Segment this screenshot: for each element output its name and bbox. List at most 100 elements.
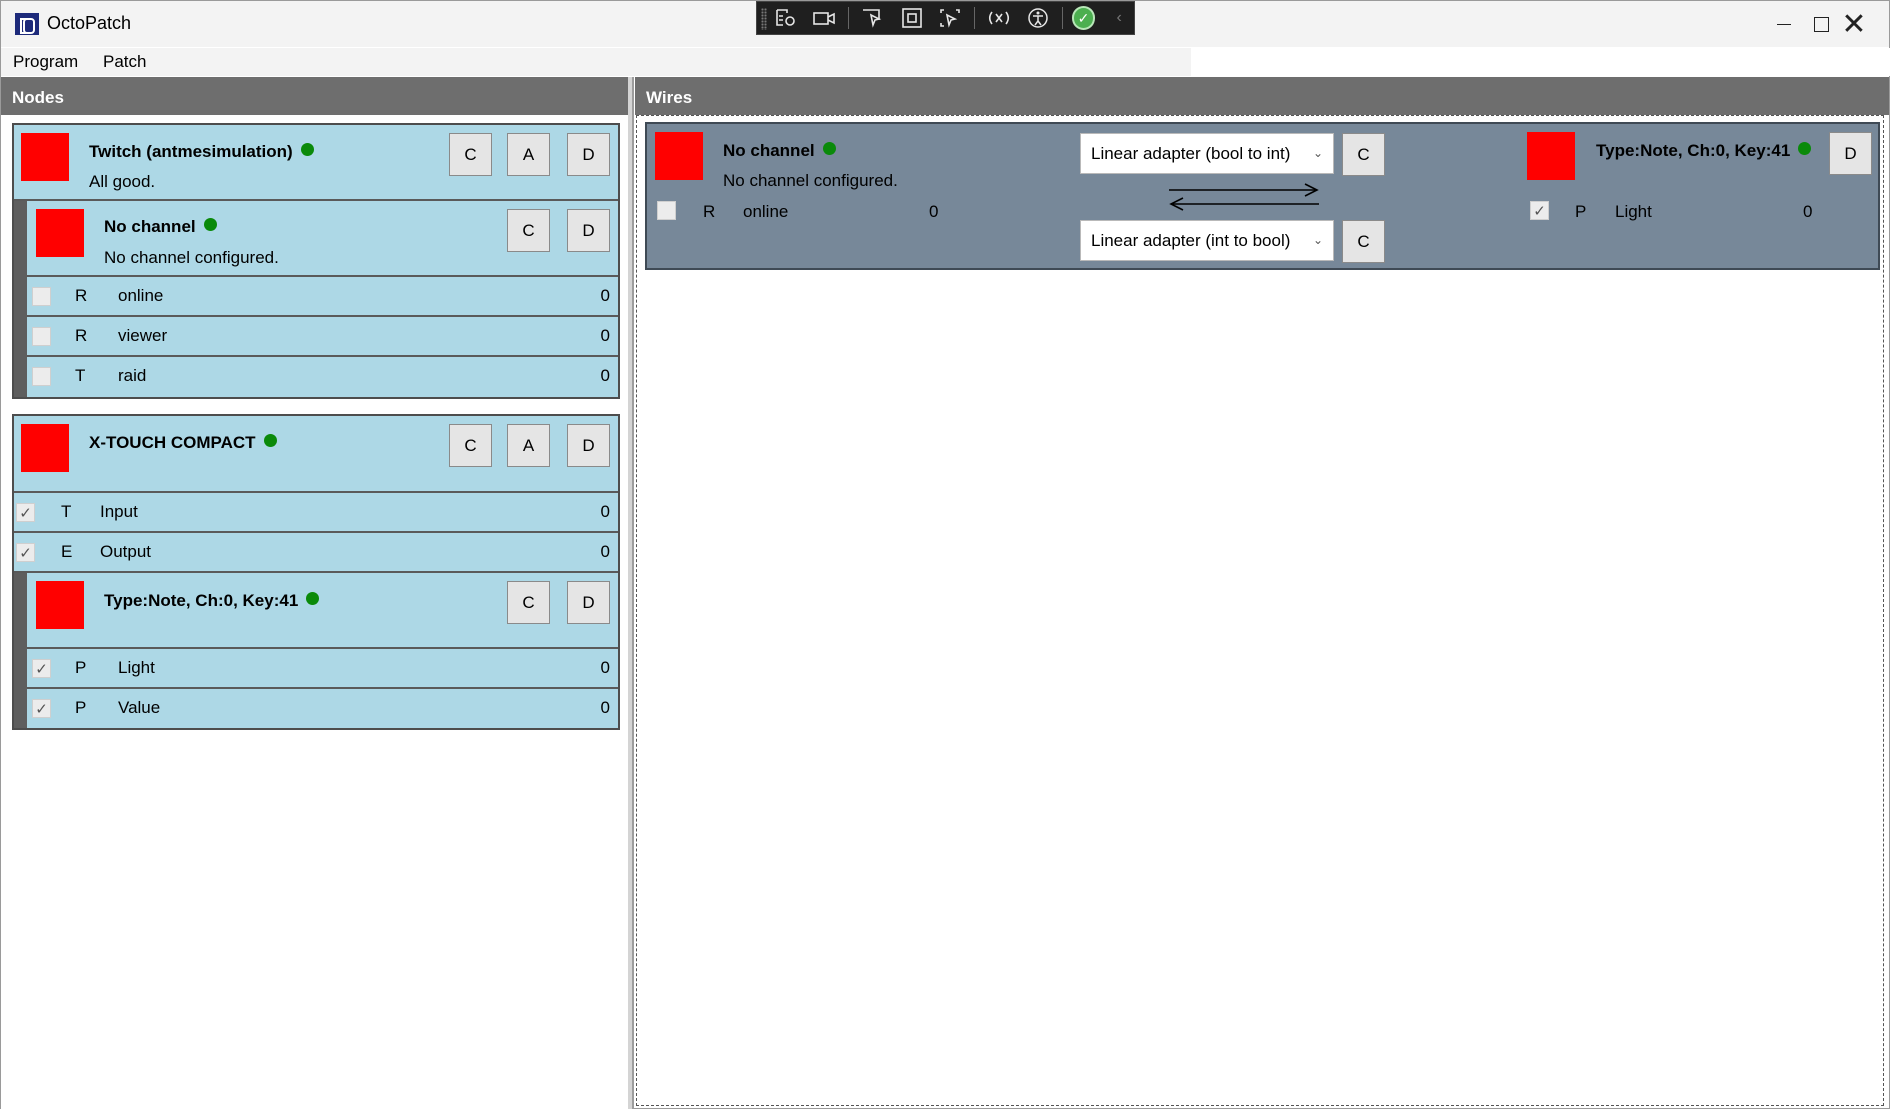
nodes-panel-header: Nodes (1, 77, 628, 115)
node-title-text: X-TOUCH COMPACT (89, 433, 256, 452)
child-title: Type:Note, Ch:0, Key:41 (104, 591, 320, 611)
table-row: P Light 0 (27, 647, 618, 687)
toolbar-separator (848, 7, 850, 29)
configure-button[interactable]: C (507, 581, 550, 624)
wires-panel-title: Wires (646, 88, 693, 107)
node-color-swatch[interactable] (21, 424, 69, 472)
table-row: T Input 0 (14, 491, 618, 531)
row-checkbox[interactable] (32, 327, 51, 346)
target-row-type: P (1575, 202, 1587, 221)
row-value: 0 (600, 502, 610, 521)
row-checkbox[interactable] (32, 659, 51, 678)
node-color-swatch[interactable] (21, 133, 69, 181)
live-visual-tree-icon[interactable] (771, 5, 801, 31)
collapse-chevron-icon[interactable]: ‹ (1104, 5, 1134, 31)
divider (14, 571, 618, 573)
source-row-type: R (703, 202, 716, 221)
accessibility-icon[interactable] (1023, 5, 1053, 31)
table-row: T raid 0 (27, 355, 618, 395)
child-color-swatch[interactable] (36, 581, 84, 629)
target-color-swatch[interactable] (1527, 132, 1575, 180)
table-row: R online 0 (27, 275, 618, 315)
adapter-forward-value: Linear adapter (bool to int) (1091, 144, 1291, 163)
row-value: 0 (600, 366, 610, 385)
select-element-icon[interactable] (858, 5, 888, 31)
delete-button[interactable]: D (567, 581, 610, 624)
app-window: OctoPatch ✕ ✓ ‹ Program Patch Nodes Wire… (0, 0, 1890, 1109)
row-checkbox[interactable] (32, 699, 51, 718)
row-value: 0 (600, 658, 610, 677)
row-name: raid (118, 366, 147, 385)
adapter-forward-configure-button[interactable]: C (1342, 133, 1385, 176)
panel-splitter-line (632, 77, 634, 1109)
toolbar-separator (974, 7, 976, 29)
wire-target-title-text: Type:Note, Ch:0, Key:41 (1596, 141, 1791, 160)
track-focused-element-icon[interactable] (936, 5, 966, 31)
row-name: viewer (118, 326, 168, 345)
target-row-name: Light (1615, 202, 1652, 221)
source-color-swatch[interactable] (655, 132, 703, 180)
wire-source-status: No channel configured. (723, 171, 898, 190)
record-icon[interactable] (810, 5, 840, 31)
target-row-value: 0 (1803, 202, 1813, 221)
row-value: 0 (600, 542, 610, 561)
row-value: 0 (600, 286, 610, 305)
configure-button[interactable]: C (507, 209, 550, 252)
adapter-backward-value: Linear adapter (int to bool) (1091, 231, 1291, 250)
row-name: Output (100, 542, 152, 561)
wire-card: No channel No channel configured. R onli… (645, 122, 1880, 270)
node-card-twitch: Twitch (antmesimulation) All good. C A D… (12, 123, 620, 399)
delete-button[interactable]: D (567, 209, 610, 252)
toolbar-separator (1061, 7, 1063, 29)
add-button[interactable]: A (507, 424, 550, 467)
child-indent-bar (14, 201, 27, 397)
wires-panel-header: Wires (635, 77, 1889, 115)
nodes-panel-title: Nodes (12, 88, 64, 107)
toolbar-grip-icon[interactable] (761, 8, 767, 30)
chevron-down-icon: ⌄ (1312, 146, 1323, 160)
node-title-text: Twitch (antmesimulation) (89, 142, 293, 161)
target-row-checkbox[interactable] (1530, 201, 1549, 220)
status-ok-icon (822, 142, 836, 155)
configure-button[interactable]: C (449, 424, 492, 467)
close-icon[interactable]: ✕ (1819, 1, 1889, 47)
configure-button[interactable]: C (449, 133, 492, 176)
node-title: Twitch (antmesimulation) (89, 142, 314, 162)
row-value: 0 (600, 326, 610, 345)
row-type: T (75, 366, 86, 385)
status-ok-icon (306, 592, 320, 605)
adapter-backward-select[interactable]: Linear adapter (int to bool) ⌄ (1080, 220, 1334, 261)
row-checkbox[interactable] (32, 287, 51, 306)
delete-button[interactable]: D (567, 424, 610, 467)
row-checkbox[interactable] (16, 503, 35, 522)
wire-source-title: No channel (723, 141, 836, 161)
menu-patch[interactable]: Patch (103, 52, 146, 72)
adapter-forward-select[interactable]: Linear adapter (bool to int) ⌄ (1080, 133, 1334, 174)
hot-reload-icon[interactable] (984, 5, 1014, 31)
app-logo-icon (15, 13, 39, 35)
debug-toolbar: ✓ ‹ (756, 1, 1135, 35)
wire-target-title: Type:Note, Ch:0, Key:41 (1596, 141, 1812, 161)
source-row-value: 0 (929, 202, 939, 221)
row-checkbox[interactable] (32, 367, 51, 386)
adapter-backward-configure-button[interactable]: C (1342, 220, 1385, 263)
row-name: online (118, 286, 164, 305)
row-type: R (75, 286, 88, 305)
menu-bar: Program Patch (1, 48, 1191, 76)
delete-button[interactable]: D (567, 133, 610, 176)
status-ok-icon (300, 143, 314, 156)
node-title: X-TOUCH COMPACT (89, 433, 277, 453)
status-ok-icon (263, 434, 277, 447)
source-row-checkbox[interactable] (657, 201, 676, 220)
child-color-swatch[interactable] (36, 209, 84, 257)
check-ok-icon[interactable]: ✓ (1071, 6, 1096, 30)
menu-program[interactable]: Program (13, 52, 78, 72)
child-title-text: No channel (104, 217, 196, 236)
table-row: E Output 0 (14, 531, 618, 571)
wire-delete-button[interactable]: D (1829, 132, 1872, 175)
display-layout-adorners-icon[interactable] (897, 5, 927, 31)
add-button[interactable]: A (507, 133, 550, 176)
child-title-text: Type:Note, Ch:0, Key:41 (104, 591, 299, 610)
status-ok-icon (203, 218, 217, 231)
row-checkbox[interactable] (16, 543, 35, 562)
